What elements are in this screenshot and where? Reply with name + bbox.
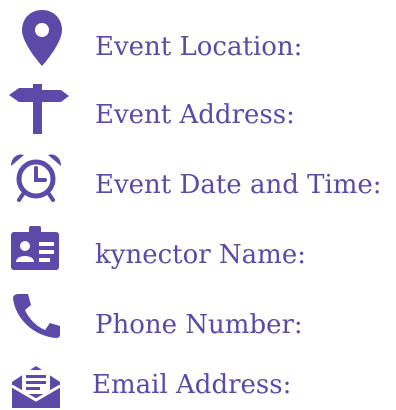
event-location-label: Event Location:: [95, 32, 303, 62]
phone-number-label: Phone Number:: [95, 310, 303, 340]
phone-number-row: Phone Number:: [0, 294, 396, 350]
kynector-name-label: kynector Name:: [95, 240, 306, 270]
event-date-time-row: Event Date and Time:: [0, 154, 396, 210]
email-address-row: Email Address:: [0, 360, 396, 410]
event-location-row: Event Location:: [0, 10, 396, 72]
mail-icon: [11, 366, 61, 408]
map-pin-icon: [22, 10, 62, 66]
event-address-row: Event Address:: [0, 84, 396, 140]
event-address-label: Event Address:: [95, 100, 295, 130]
email-address-label: Email Address:: [92, 370, 292, 400]
id-card-icon: [11, 226, 59, 270]
event-date-time-label: Event Date and Time:: [95, 170, 382, 200]
signpost-icon: [9, 84, 69, 134]
phone-icon: [13, 294, 60, 338]
kynector-name-row: kynector Name:: [0, 226, 396, 280]
alarm-clock-icon: [11, 154, 61, 202]
